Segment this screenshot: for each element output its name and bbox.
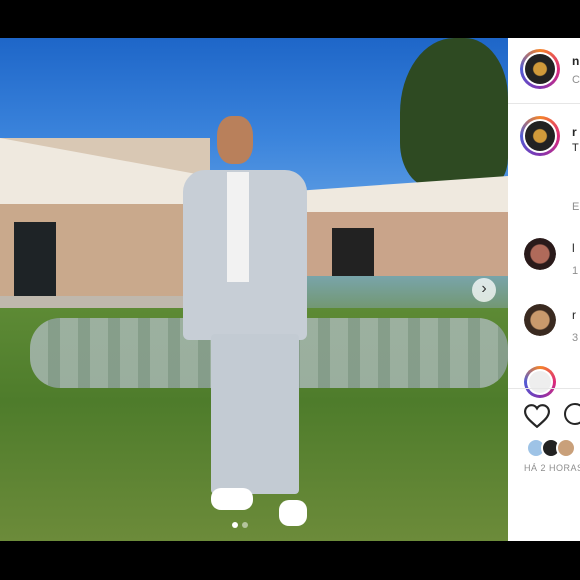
heart-icon[interactable]: [524, 404, 550, 428]
comment-icon[interactable]: [564, 403, 580, 425]
comment-meta: 3: [572, 332, 579, 344]
author-avatar[interactable]: [520, 49, 560, 89]
post-header: n C: [508, 38, 580, 104]
post-side-panel: n C r T E l 1 r 3 HÁ 2 HORAS: [508, 38, 580, 541]
post-photo[interactable]: ›: [0, 38, 508, 541]
caption-text: T: [572, 142, 579, 154]
carousel-dot: [242, 522, 248, 528]
comment-meta: 1: [572, 265, 579, 277]
house-left: [0, 138, 210, 298]
comment-avatar[interactable]: [524, 238, 556, 270]
comment-username[interactable]: r: [572, 308, 576, 322]
person-in-suit: [183, 116, 307, 541]
liker-avatar: [556, 438, 576, 458]
tree: [400, 38, 508, 188]
instagram-post: › n C r T E l 1 r 3 HÁ 2 HORAS: [0, 38, 580, 541]
caption-author-avatar[interactable]: [520, 116, 560, 156]
caption-meta: E: [572, 201, 580, 213]
comment-username[interactable]: l: [572, 241, 575, 255]
post-actions: [508, 388, 580, 438]
caption-username[interactable]: r: [572, 125, 577, 139]
likers-avatars[interactable]: [526, 438, 576, 458]
carousel-dots: [232, 522, 248, 528]
author-username[interactable]: n: [572, 54, 579, 68]
carousel-next-button[interactable]: ›: [472, 278, 496, 302]
author-subtitle: C: [572, 74, 580, 86]
comment-avatar[interactable]: [524, 304, 556, 336]
post-time: HÁ 2 HORAS: [524, 463, 580, 473]
house-right: [292, 176, 508, 276]
carousel-dot-active: [232, 522, 238, 528]
